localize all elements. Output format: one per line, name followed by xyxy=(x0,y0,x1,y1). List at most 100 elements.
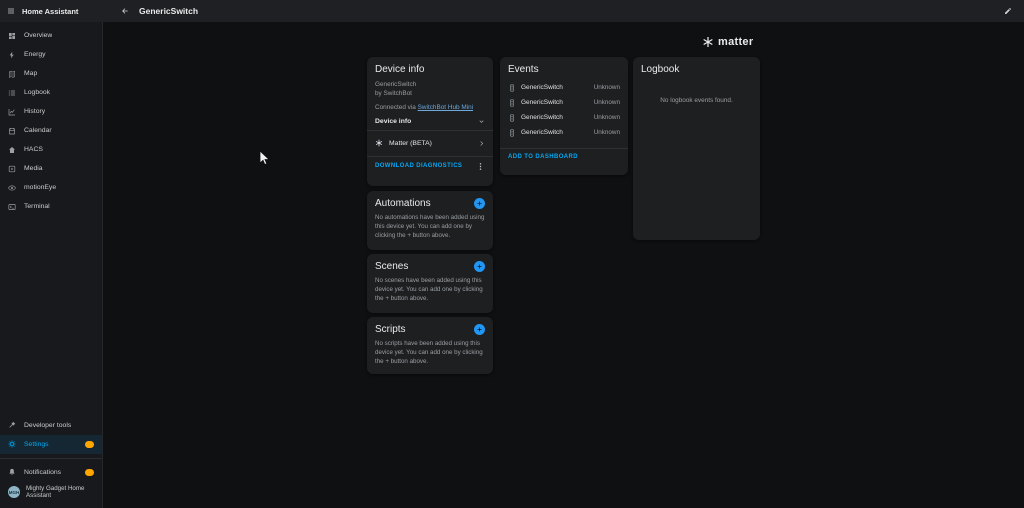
scripts-empty-text: No scripts have been added using this de… xyxy=(375,340,485,367)
sidebar-item-settings[interactable]: Settings xyxy=(0,435,102,454)
chevron-right-icon xyxy=(478,140,485,147)
device-info-title: Device info xyxy=(375,64,485,75)
event-name: GenericSwitch xyxy=(521,84,589,91)
add-to-dashboard-button[interactable]: ADD TO DASHBOARD xyxy=(508,154,578,160)
sidebar-item-overview[interactable]: Overview xyxy=(0,26,102,45)
scenes-empty-text: No scenes have been added using this dev… xyxy=(375,277,485,304)
device-info-card: Device info GenericSwitch by SwitchBot C… xyxy=(367,57,493,186)
matter-brand: matter xyxy=(702,36,753,48)
menu-icon[interactable] xyxy=(7,7,15,15)
event-row[interactable]: GenericSwitch Unknown xyxy=(508,110,620,125)
sidebar-item-logbook[interactable]: Logbook xyxy=(0,83,102,102)
app-title: Home Assistant xyxy=(22,7,78,16)
matter-integration-row[interactable]: Matter (BETA) xyxy=(375,136,485,151)
sidebar: Overview Energy Map Logbook History Cale… xyxy=(0,22,103,508)
plus-icon xyxy=(476,263,483,270)
view-dashboard-icon xyxy=(8,32,16,40)
play-box-icon xyxy=(8,165,16,173)
dots-vertical-icon[interactable] xyxy=(476,162,485,171)
page-title: GenericSwitch xyxy=(139,6,198,16)
pencil-icon xyxy=(1004,7,1012,15)
device-info-expander-label: Device info xyxy=(375,118,411,125)
sidebar-item-developer-tools[interactable]: Developer tools xyxy=(0,416,102,435)
sidebar-item-label: Calendar xyxy=(24,127,52,134)
format-list-icon xyxy=(8,89,16,97)
back-button[interactable] xyxy=(117,3,133,19)
hacs-icon xyxy=(8,146,16,154)
sidebar-item-hacs[interactable]: HACS xyxy=(0,140,102,159)
avatar: MGH xyxy=(8,486,20,498)
sidebar-item-calendar[interactable]: Calendar xyxy=(0,121,102,140)
calendar-icon xyxy=(8,127,16,135)
sidebar-item-notifications[interactable]: Notifications xyxy=(0,463,102,482)
arrow-left-icon xyxy=(121,7,129,15)
event-row[interactable]: GenericSwitch Unknown xyxy=(508,80,620,95)
sidebar-profile[interactable]: MGH Mighty Gadget Home Assistant xyxy=(0,482,102,504)
sidebar-item-history[interactable]: History xyxy=(0,102,102,121)
events-title: Events xyxy=(508,64,620,75)
device-manufacturer: by SwitchBot xyxy=(375,89,485,98)
event-entity-icon xyxy=(508,129,516,137)
sidebar-divider xyxy=(0,458,102,459)
sidebar-item-map[interactable]: Map xyxy=(0,64,102,83)
sidebar-item-terminal[interactable]: Terminal xyxy=(0,197,102,216)
sidebar-header: Home Assistant xyxy=(0,7,103,16)
card-divider xyxy=(367,130,493,131)
plus-icon xyxy=(476,200,483,207)
event-state: Unknown xyxy=(594,99,620,106)
add-script-button[interactable] xyxy=(474,324,485,335)
add-scene-button[interactable] xyxy=(474,261,485,272)
edit-device-button[interactable] xyxy=(1000,3,1016,19)
download-diagnostics-button[interactable]: DOWNLOAD DIAGNOSTICS xyxy=(375,163,462,169)
sidebar-item-label: HACS xyxy=(24,146,43,153)
event-entity-icon xyxy=(508,99,516,107)
sidebar-item-label: motionEye xyxy=(24,184,56,191)
console-icon xyxy=(8,203,16,211)
events-card: Events GenericSwitch Unknown GenericSwit… xyxy=(500,57,628,175)
event-entity-icon xyxy=(508,84,516,92)
profile-name: Mighty Gadget Home Assistant xyxy=(26,485,94,501)
matter-logo-text: matter xyxy=(718,36,753,48)
automations-empty-text: No automations have been added using thi… xyxy=(375,214,485,241)
automations-card: Automations No automations have been add… xyxy=(367,191,493,250)
map-icon xyxy=(8,70,16,78)
connected-via-link[interactable]: SwitchBot Hub Mini xyxy=(418,104,473,111)
device-info-expander[interactable]: Device info xyxy=(375,118,485,125)
device-name: GenericSwitch xyxy=(375,80,485,89)
matter-icon xyxy=(375,139,383,147)
automations-title: Automations xyxy=(375,198,431,209)
hammer-icon xyxy=(8,421,16,429)
chart-line-icon xyxy=(8,108,16,116)
lightning-bolt-icon xyxy=(8,51,16,59)
sidebar-item-media[interactable]: Media xyxy=(0,159,102,178)
sidebar-item-energy[interactable]: Energy xyxy=(0,45,102,64)
add-automation-button[interactable] xyxy=(474,198,485,209)
sidebar-item-label: Logbook xyxy=(24,89,50,96)
sidebar-item-label: Terminal xyxy=(24,203,50,210)
gear-icon xyxy=(8,440,16,448)
card-divider xyxy=(500,148,628,149)
event-name: GenericSwitch xyxy=(521,129,589,136)
event-row[interactable]: GenericSwitch Unknown xyxy=(508,125,620,140)
integration-label: Matter (BETA) xyxy=(389,140,472,147)
event-row[interactable]: GenericSwitch Unknown xyxy=(508,95,620,110)
scripts-card: Scripts No scripts have been added using… xyxy=(367,317,493,374)
logbook-title: Logbook xyxy=(641,64,752,75)
top-app-bar: Home Assistant GenericSwitch xyxy=(0,0,1024,22)
event-state: Unknown xyxy=(594,129,620,136)
sidebar-item-motioneye[interactable]: motionEye xyxy=(0,178,102,197)
event-state: Unknown xyxy=(594,84,620,91)
sidebar-item-label: Energy xyxy=(24,51,46,58)
matter-logo-icon xyxy=(702,36,714,48)
sidebar-item-label: Settings xyxy=(24,441,49,448)
event-state: Unknown xyxy=(594,114,620,121)
logbook-card: Logbook No logbook events found. xyxy=(633,57,760,240)
logbook-empty-text: No logbook events found. xyxy=(641,97,752,104)
scenes-title: Scenes xyxy=(375,261,408,272)
chevron-down-icon xyxy=(478,118,485,125)
connected-via-text: Connected via xyxy=(375,104,418,111)
sidebar-item-label: Developer tools xyxy=(24,422,71,429)
scripts-title: Scripts xyxy=(375,324,406,335)
eye-icon xyxy=(8,184,16,192)
settings-badge xyxy=(85,441,94,448)
